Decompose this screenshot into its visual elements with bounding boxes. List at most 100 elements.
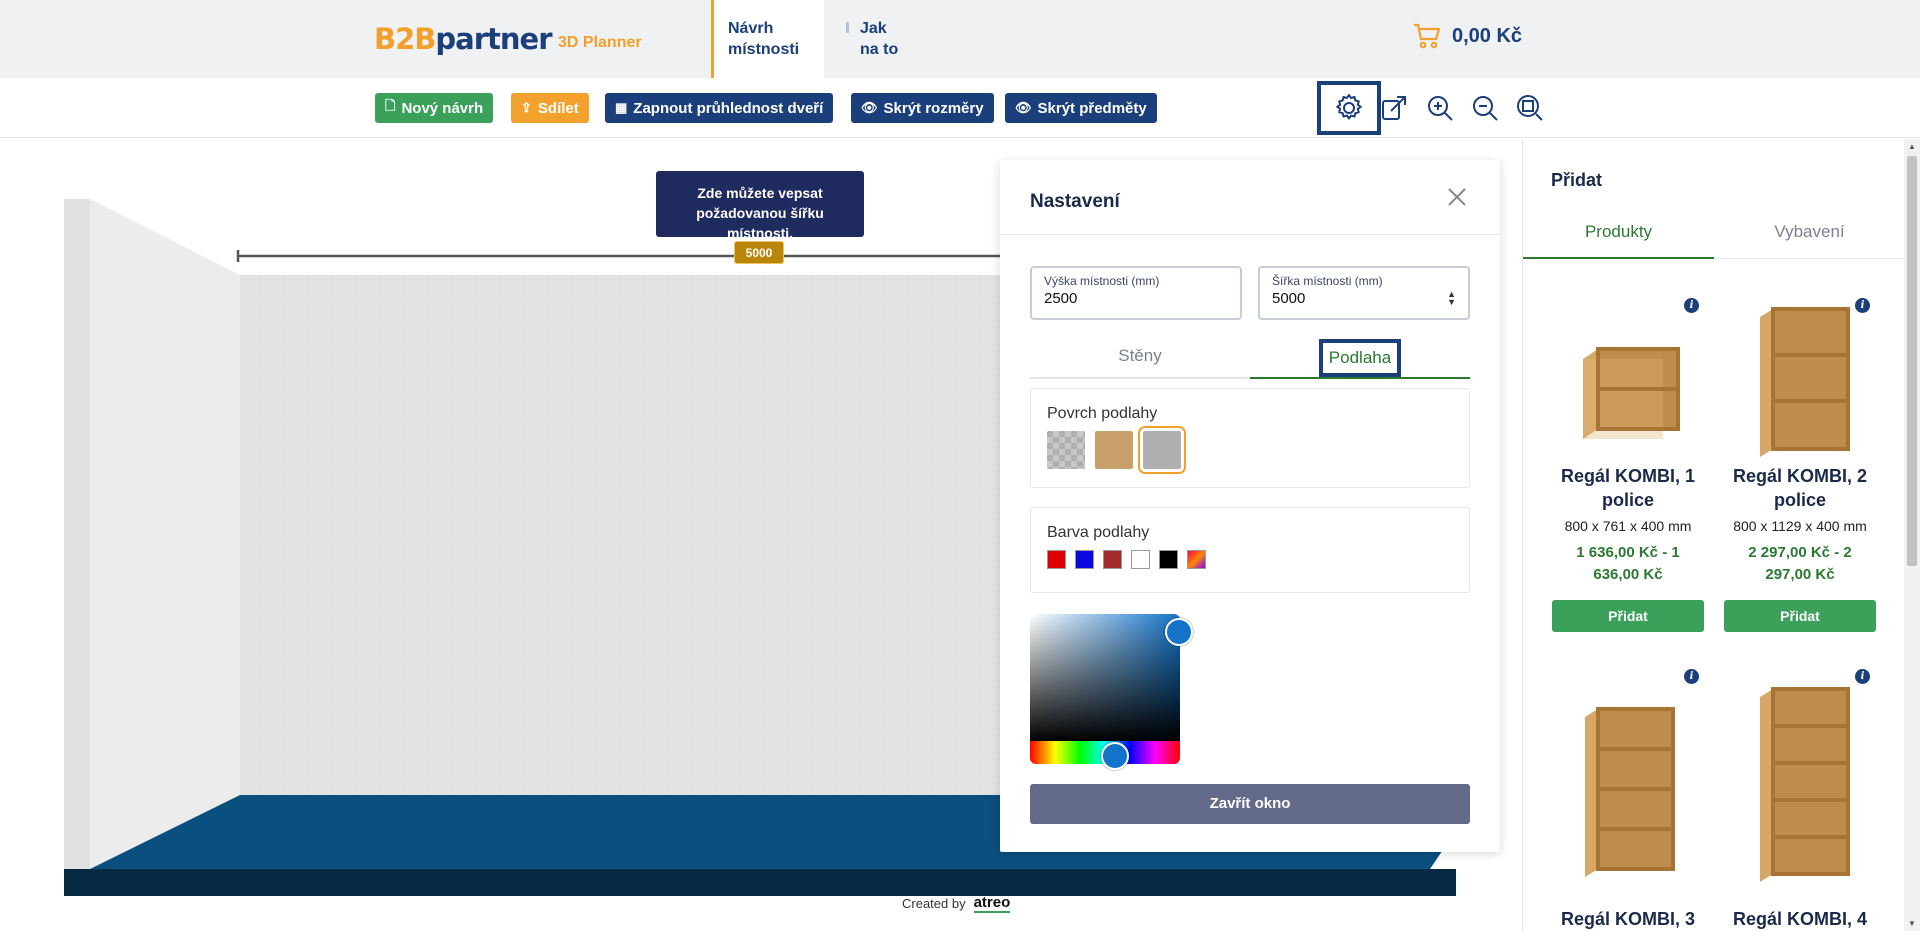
new-design-button[interactable]: 🗋 Nový návrh bbox=[375, 93, 494, 123]
product-name[interactable]: Regál KOMBI, 3 bbox=[1552, 907, 1704, 931]
zoom-out-button[interactable] bbox=[1465, 86, 1505, 130]
product-image-shelf-4[interactable] bbox=[1738, 679, 1868, 889]
info-icon[interactable]: i bbox=[1684, 298, 1699, 313]
panel-tabs: Produkty Vybavení bbox=[1523, 209, 1905, 259]
panel-title: Přidat bbox=[1551, 170, 1603, 190]
floor-color-options bbox=[1047, 550, 1453, 569]
nav-tab-label-line1: Návrh bbox=[728, 20, 774, 37]
room-width-value[interactable]: 5000 bbox=[1272, 290, 1456, 307]
product-image-shelf-2[interactable] bbox=[1738, 299, 1868, 459]
logo[interactable]: B2Bpartner bbox=[374, 22, 553, 56]
export-button[interactable] bbox=[1374, 86, 1414, 130]
zoom-in-icon bbox=[1428, 96, 1453, 121]
product-dimensions: 800 x 1129 x 400 mm bbox=[1733, 518, 1867, 534]
hide-dimensions-button[interactable]: 👁 Skrýt rozměry bbox=[851, 93, 994, 123]
zoom-out-icon bbox=[1473, 96, 1498, 121]
floor-texture-tiles[interactable] bbox=[1047, 431, 1085, 469]
nav-tab-room-design[interactable]: Návrh místnosti bbox=[711, 0, 824, 78]
product-card: Regál KOMBI, 1 police 800 x 761 x 400 mm… bbox=[1552, 464, 1704, 632]
new-design-label: Nový návrh bbox=[401, 99, 484, 117]
product-name[interactable]: Regál KOMBI, 1 police bbox=[1552, 464, 1704, 512]
product-name[interactable]: Regál KOMBI, 4 bbox=[1724, 907, 1876, 931]
product-card: Regál KOMBI, 4 bbox=[1724, 907, 1876, 931]
saturation-value-area[interactable] bbox=[1030, 614, 1180, 741]
color-picker[interactable] bbox=[1030, 614, 1180, 764]
tab-walls[interactable]: Stěny bbox=[1030, 337, 1250, 379]
info-icon[interactable]: i bbox=[1684, 669, 1699, 684]
fit-view-icon bbox=[1517, 95, 1543, 121]
eye-icon: 👁 bbox=[861, 100, 878, 115]
settings-button[interactable] bbox=[1317, 81, 1381, 135]
scrollbar[interactable]: ▲ ▼ bbox=[1904, 139, 1920, 931]
close-icon[interactable] bbox=[1444, 184, 1470, 210]
scroll-down-arrow-icon[interactable]: ▼ bbox=[1908, 919, 1916, 928]
new-file-icon: 🗋 bbox=[385, 98, 396, 113]
zoom-in-button[interactable] bbox=[1420, 86, 1460, 130]
settings-modal: Nastavení Výška místnosti (mm) 2500 Šířk… bbox=[1000, 160, 1500, 852]
width-hint-tooltip: Zde můžete vepsat požadovanou šířku míst… bbox=[656, 171, 864, 241]
product-image-shelf-1[interactable] bbox=[1563, 324, 1693, 454]
hide-dimensions-label: Skrýt rozměry bbox=[883, 99, 984, 117]
floor-texture-plain-selected[interactable] bbox=[1138, 426, 1186, 474]
product-card: Regál KOMBI, 3 bbox=[1552, 907, 1704, 931]
color-swatch-custom[interactable] bbox=[1187, 550, 1206, 569]
settings-tabs: Stěny Podlaha bbox=[1030, 337, 1470, 379]
tab-floor[interactable]: Podlaha bbox=[1250, 337, 1470, 379]
eye-icon: 👁 bbox=[1015, 100, 1032, 115]
door-transparency-label: Zapnout průhlednost dveří bbox=[633, 99, 824, 117]
room-width-field[interactable]: Šířka místnosti (mm) 5000 ▲ ▼ bbox=[1258, 266, 1470, 320]
color-swatch-brown[interactable] bbox=[1103, 550, 1122, 569]
nav-tab-label-line2: místnosti bbox=[728, 41, 800, 58]
product-price: 2 297,00 Kč - 2 297,00 Kč bbox=[1748, 544, 1852, 583]
share-label: Sdílet bbox=[537, 99, 579, 117]
hue-slider-handle[interactable] bbox=[1101, 742, 1129, 770]
room-height-field[interactable]: Výška místnosti (mm) 2500 bbox=[1030, 266, 1242, 320]
floor-texture-wood[interactable] bbox=[1095, 431, 1133, 469]
scroll-up-arrow-icon[interactable]: ▲ bbox=[1908, 142, 1916, 151]
product-image-shelf-3[interactable] bbox=[1563, 699, 1693, 879]
modal-title: Nastavení bbox=[1030, 191, 1120, 212]
color-swatch-red[interactable] bbox=[1047, 550, 1066, 569]
product-card: Regál KOMBI, 2 police 800 x 1129 x 400 m… bbox=[1724, 464, 1876, 632]
export-icon bbox=[1382, 96, 1406, 120]
floor-surface-title: Povrch podlahy bbox=[1047, 405, 1158, 422]
width-dimension-badge[interactable]: 5000 bbox=[734, 241, 784, 264]
color-swatch-white[interactable] bbox=[1131, 550, 1150, 569]
atreo-logo[interactable]: atreo bbox=[973, 894, 1011, 913]
logo-b2b-text: B2B bbox=[374, 22, 436, 56]
checker-icon: ▦ bbox=[615, 100, 628, 115]
cart[interactable]: 0,00 Kč bbox=[1412, 22, 1522, 50]
logo-subtitle: 3D Planner bbox=[558, 34, 642, 51]
tab-equipment[interactable]: Vybavení bbox=[1714, 209, 1905, 259]
cart-amount: 0,00 Kč bbox=[1452, 24, 1523, 47]
nav-tab-how-to[interactable]: Jak na to bbox=[846, 0, 936, 78]
tab-products[interactable]: Produkty bbox=[1523, 209, 1714, 259]
share-icon: ⇪ bbox=[521, 100, 532, 115]
room-height-value[interactable]: 2500 bbox=[1044, 290, 1228, 307]
tab-floor-label: Podlaha bbox=[1318, 339, 1402, 377]
product-name[interactable]: Regál KOMBI, 2 police bbox=[1724, 464, 1876, 512]
floor-surface-section: Povrch podlahy bbox=[1030, 388, 1470, 488]
product-dimensions: 800 x 761 x 400 mm bbox=[1564, 518, 1692, 534]
created-by-text: Created by bbox=[902, 896, 966, 911]
share-button[interactable]: ⇪ Sdílet bbox=[511, 93, 589, 123]
add-product-button[interactable]: Přidat bbox=[1552, 600, 1704, 632]
floor-color-title: Barva podlahy bbox=[1047, 524, 1150, 541]
hide-items-button[interactable]: 👁 Skrýt předměty bbox=[1005, 93, 1157, 123]
close-window-button[interactable]: Zavřít okno bbox=[1030, 784, 1470, 824]
color-swatch-blue[interactable] bbox=[1075, 550, 1094, 569]
color-swatch-black[interactable] bbox=[1159, 550, 1178, 569]
nav-tab-label-line1: Jak bbox=[860, 20, 887, 37]
floor-surface-options bbox=[1047, 426, 1453, 474]
number-stepper-icon[interactable]: ▲ ▼ bbox=[1447, 290, 1456, 307]
saturation-picker-handle[interactable] bbox=[1165, 618, 1193, 646]
door-transparency-button[interactable]: ▦ Zapnout průhlednost dveří bbox=[605, 93, 834, 123]
scrollbar-thumb[interactable] bbox=[1907, 156, 1917, 566]
cart-icon bbox=[1414, 23, 1441, 49]
room-width-label: Šířka místnosti (mm) bbox=[1272, 274, 1383, 288]
fit-view-button[interactable] bbox=[1510, 86, 1550, 130]
hide-items-label: Skrýt předměty bbox=[1037, 99, 1147, 117]
toolbar: 🗋 Nový návrh ⇪ Sdílet ▦ Zapnout průhlednost… bbox=[0, 78, 1920, 138]
room-height-label: Výška místnosti (mm) bbox=[1044, 274, 1160, 288]
add-product-button[interactable]: Přidat bbox=[1724, 600, 1876, 632]
